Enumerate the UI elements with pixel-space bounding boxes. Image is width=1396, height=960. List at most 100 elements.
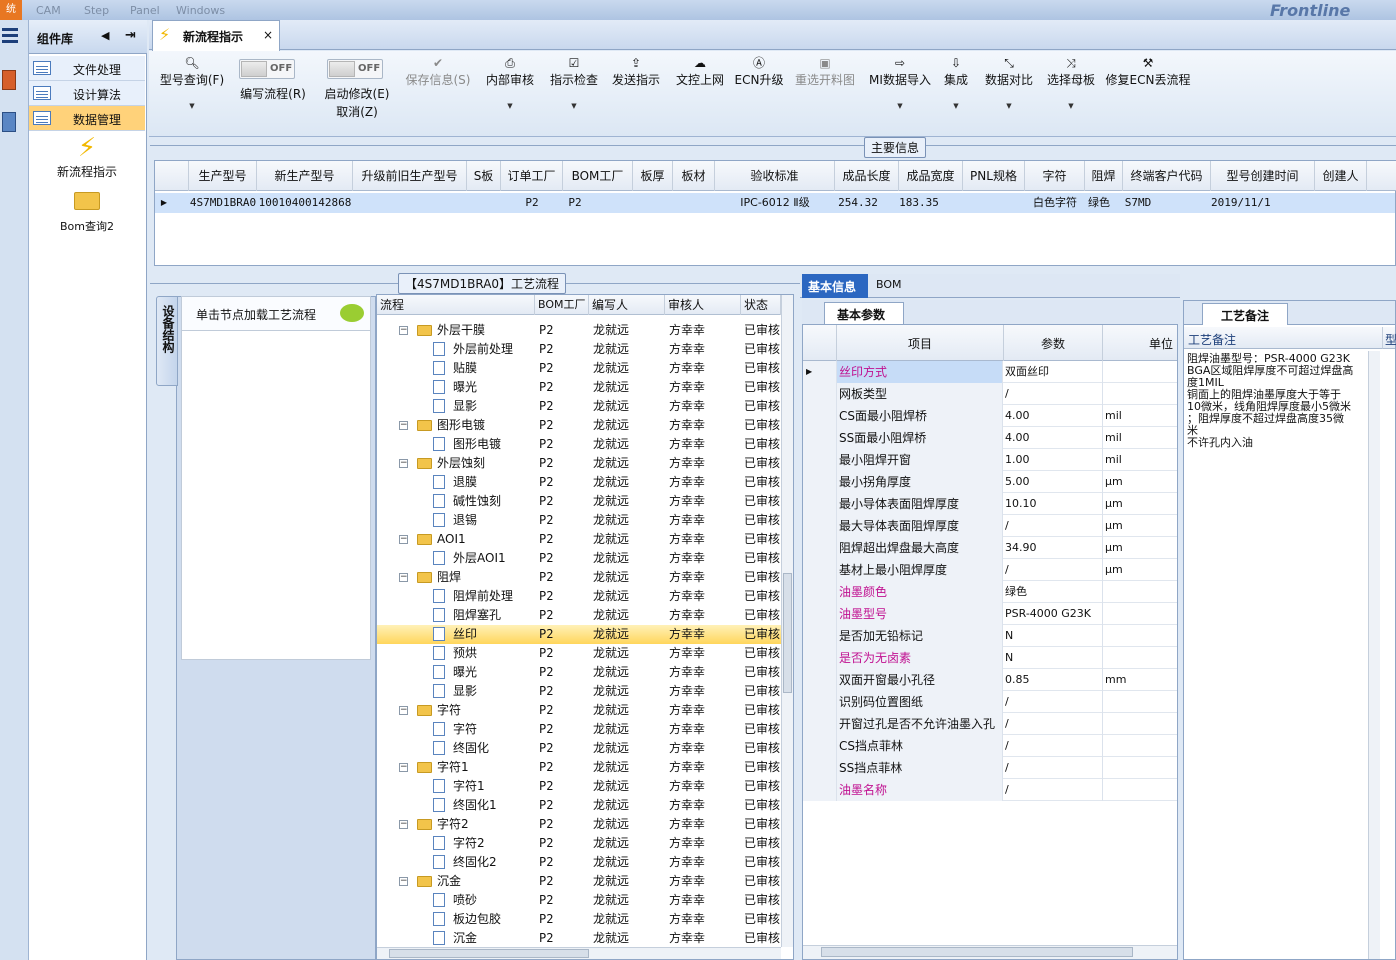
collapse-icon[interactable]: − — [399, 820, 408, 829]
collapse-icon[interactable]: − — [399, 459, 408, 468]
param-row[interactable]: 最大导体表面阻焊厚度 / μm — [803, 515, 1177, 537]
tree-row[interactable]: 预烘 P2 龙就远 方幸幸 已审核 — [377, 644, 781, 663]
tree-row[interactable]: 图形电镀 P2 龙就远 方幸幸 已审核 — [377, 435, 781, 454]
param-row[interactable]: 开窗过孔是否不允许油墨入孔 / — [803, 713, 1177, 735]
fix-ecn-button[interactable]: ⚒ 修复ECN丢流程 — [1105, 55, 1191, 88]
load-hint-row[interactable]: 单击节点加载工艺流程 — [182, 297, 370, 331]
tree-row[interactable]: 外层前处理 P2 龙就远 方幸幸 已审核 — [377, 340, 781, 359]
param-row[interactable]: 是否为无卤素 N — [803, 647, 1177, 669]
param-value[interactable]: 双面丝印 — [1003, 361, 1103, 383]
tab-bom[interactable]: BOM — [876, 278, 902, 291]
col-header[interactable]: 订单工厂 — [501, 161, 563, 191]
nav-item-algorithm[interactable]: 设计算法 — [29, 81, 145, 106]
param-value[interactable]: 0.85 — [1003, 669, 1103, 691]
param-row[interactable]: 双面开窗最小孔径 0.85 mm — [803, 669, 1177, 691]
tree-row[interactable]: 字符1 P2 龙就远 方幸幸 已审核 — [377, 777, 781, 796]
check-button[interactable]: ☑ 指示检查 ▼ — [545, 55, 603, 110]
tree-vscroll[interactable] — [781, 295, 793, 947]
col-header[interactable]: S板 — [467, 161, 501, 191]
param-value[interactable]: 10.10 — [1003, 493, 1103, 515]
model-query-button[interactable]: 🔍︎ 型号查询(F) ▼ — [157, 55, 227, 110]
menu-step[interactable]: Step — [84, 4, 109, 17]
param-value[interactable]: 绿色 — [1003, 581, 1103, 603]
tree-row[interactable]: 阻焊前处理 P2 龙就远 方幸幸 已审核 — [377, 587, 781, 606]
send-button[interactable]: ⇪ 发送指示 — [607, 55, 665, 88]
param-value[interactable]: / — [1003, 559, 1103, 581]
tab-basic-info[interactable]: 基本信息 — [802, 274, 868, 298]
menu-icon[interactable] — [2, 28, 18, 44]
tree-row[interactable]: 退膜 P2 龙就远 方幸幸 已审核 — [377, 473, 781, 492]
tree-row[interactable]: − 字符 P2 龙就远 方幸幸 已审核 — [377, 701, 781, 720]
start-modify-toggle[interactable]: OFF — [327, 59, 383, 79]
tree-col-header[interactable]: 状态 — [741, 295, 781, 315]
tree-row[interactable]: 终固化1 P2 龙就远 方幸幸 已审核 — [377, 796, 781, 815]
tree-row[interactable]: 板边包胶 P2 龙就远 方幸幸 已审核 — [377, 910, 781, 929]
param-row[interactable]: SS面最小阻焊桥 4.00 mil — [803, 427, 1177, 449]
write-flow-toggle[interactable]: OFF — [239, 59, 295, 79]
tree-row[interactable]: − 字符1 P2 龙就远 方幸幸 已审核 — [377, 758, 781, 777]
param-row[interactable]: SS挡点菲林 / — [803, 757, 1177, 779]
param-value[interactable]: N — [1003, 625, 1103, 647]
launcher-bom-query[interactable]: Bom查询2 — [29, 192, 145, 238]
tree-row[interactable]: 退锡 P2 龙就远 方幸幸 已审核 — [377, 511, 781, 530]
scroll-thumb[interactable] — [389, 949, 589, 958]
tree-row[interactable]: 终固化2 P2 龙就远 方幸幸 已审核 — [377, 853, 781, 872]
tree-row[interactable]: 阻焊塞孔 P2 龙就远 方幸幸 已审核 — [377, 606, 781, 625]
col-header[interactable]: 成品长度 — [835, 161, 899, 191]
save-info-button[interactable]: ✔ 保存信息(S) — [403, 55, 473, 88]
col-header[interactable]: 字符 — [1025, 161, 1085, 191]
col-item-header[interactable]: 项目 — [837, 335, 1003, 352]
param-row[interactable]: ▶ 丝印方式 双面丝印 — [803, 361, 1177, 383]
equipment-structure-tab[interactable]: 设备结构 — [156, 296, 178, 386]
col-header[interactable]: 终端客户代码 — [1123, 161, 1211, 191]
tab-basic-params[interactable]: 基本参数 — [824, 302, 904, 324]
col-header[interactable]: 成品宽度 — [899, 161, 963, 191]
collapse-icon[interactable]: − — [399, 706, 408, 715]
tree-row[interactable]: − 外层蚀刻 P2 龙就远 方幸幸 已审核 — [377, 454, 781, 473]
tab-remark[interactable]: 工艺备注 — [1202, 303, 1288, 325]
param-value[interactable]: PSR-4000 G23K — [1003, 603, 1103, 625]
launcher-new-flow[interactable]: ⚡ 新流程指示 — [29, 133, 145, 185]
col-header[interactable]: 板材 — [673, 161, 715, 191]
param-value[interactable]: 34.90 — [1003, 537, 1103, 559]
param-value[interactable]: N — [1003, 647, 1103, 669]
param-value[interactable]: 5.00 — [1003, 471, 1103, 493]
col-header[interactable]: BOM工厂 — [563, 161, 633, 191]
param-row[interactable]: 油墨颜色 绿色 — [803, 581, 1177, 603]
select-mother-button[interactable]: ⤨ 选择母板 ▼ — [1043, 55, 1099, 110]
tree-row[interactable]: − 外层干膜 P2 龙就远 方幸幸 已审核 — [377, 321, 781, 340]
collapse-icon[interactable]: − — [399, 877, 408, 886]
reselect-button[interactable]: ▣ 重选开料图 — [791, 55, 859, 88]
tree-row[interactable]: 贴膜 P2 龙就远 方幸幸 已审核 — [377, 359, 781, 378]
tree-row[interactable]: 曝光 P2 龙就远 方幸幸 已审核 — [377, 378, 781, 397]
tree-row[interactable]: 显影 P2 龙就远 方幸幸 已审核 — [377, 682, 781, 701]
param-value[interactable]: / — [1003, 713, 1103, 735]
tree-row[interactable]: 沉金 P2 龙就远 方幸幸 已审核 — [377, 929, 781, 945]
param-value[interactable]: / — [1003, 779, 1103, 801]
param-row[interactable]: 最小导体表面阻焊厚度 10.10 μm — [803, 493, 1177, 515]
param-row[interactable]: 识别码位置图纸 / — [803, 691, 1177, 713]
tree-row[interactable]: − 图形电镀 P2 龙就远 方幸幸 已审核 — [377, 416, 781, 435]
tree-col-header[interactable]: 编写人 — [589, 295, 665, 315]
scroll-thumb[interactable] — [821, 947, 1133, 957]
param-value[interactable]: 4.00 — [1003, 405, 1103, 427]
param-value[interactable]: 4.00 — [1003, 427, 1103, 449]
tree-row[interactable]: 丝印 P2 龙就远 方幸幸 已审核 — [377, 625, 781, 644]
tree-row[interactable]: 喷砂 P2 龙就远 方幸幸 已审核 — [377, 891, 781, 910]
upload-web-button[interactable]: ☁ 文控上网 — [671, 55, 729, 88]
col-header[interactable]: 验收标准 — [715, 161, 835, 191]
param-value[interactable]: / — [1003, 691, 1103, 713]
scroll-thumb[interactable] — [783, 573, 792, 693]
tree-row[interactable]: 曝光 P2 龙就远 方幸幸 已审核 — [377, 663, 781, 682]
ecn-upgrade-button[interactable]: Ⓐ ECN升级 — [733, 55, 785, 88]
param-value[interactable]: / — [1003, 383, 1103, 405]
param-row[interactable]: CS面最小阻焊桥 4.00 mil — [803, 405, 1177, 427]
tree-col-header[interactable]: BOM工厂 — [535, 295, 589, 315]
param-row[interactable]: 最小拐角厚度 5.00 μm — [803, 471, 1177, 493]
param-row[interactable]: CS挡点菲林 / — [803, 735, 1177, 757]
col-header[interactable]: 升级前旧生产型号 — [353, 161, 467, 191]
param-value[interactable]: / — [1003, 757, 1103, 779]
param-row[interactable]: 油墨型号 PSR-4000 G23K — [803, 603, 1177, 625]
param-row[interactable]: 网板类型 / — [803, 383, 1177, 405]
pin-icon[interactable]: ⇥ — [125, 28, 136, 43]
